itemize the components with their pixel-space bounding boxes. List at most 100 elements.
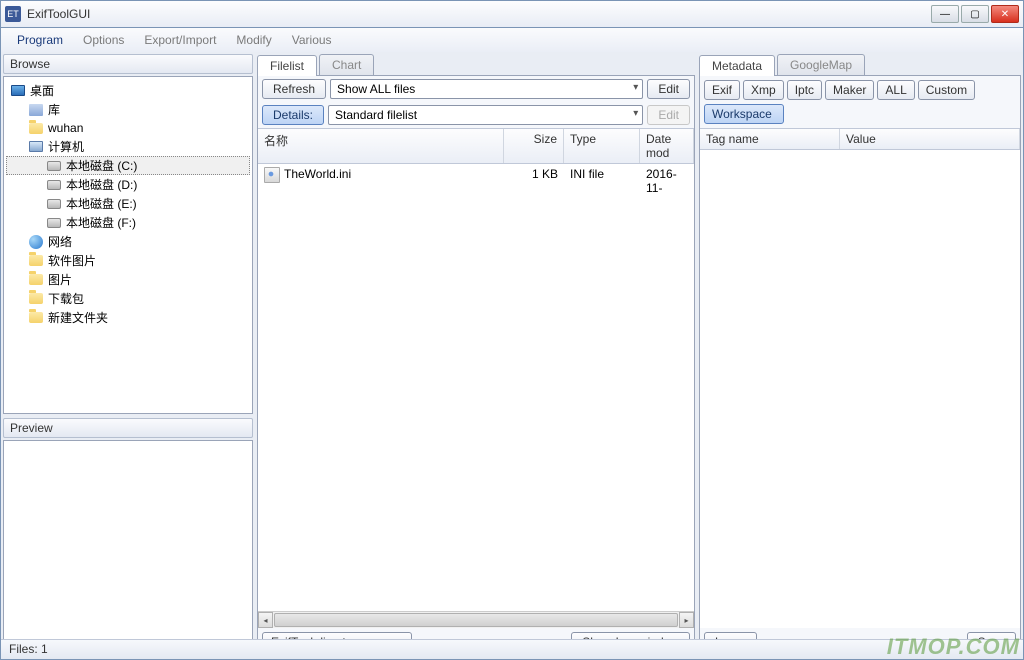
folder-tree[interactable]: 桌面 库 wuhan 计算机 本地磁盘 (C:) 本地磁盘 (D:) 本地磁盘 …: [4, 77, 252, 331]
network-icon: [28, 234, 44, 250]
folder-icon: [28, 310, 44, 326]
tree-label: 本地磁盘 (E:): [66, 195, 137, 212]
exif-button[interactable]: Exif: [704, 80, 740, 100]
status-bar: Files: 1: [1, 639, 1023, 659]
browse-panel-label: Browse: [3, 54, 253, 74]
folder-icon: [28, 253, 44, 269]
col-type-header[interactable]: Type: [564, 129, 640, 163]
col-size-header[interactable]: Size: [504, 129, 564, 163]
menubar: Program Options Export/Import Modify Var…: [0, 28, 1024, 52]
tree-computer[interactable]: 计算机: [6, 137, 250, 156]
tree-label: 下载包: [48, 290, 84, 307]
window-buttons: — ▢ ✕: [931, 5, 1019, 23]
minimize-button[interactable]: —: [931, 5, 959, 23]
menu-various[interactable]: Various: [282, 31, 342, 49]
tree-downloads[interactable]: 下载包: [6, 289, 250, 308]
drive-icon: [46, 215, 62, 231]
tab-chart[interactable]: Chart: [319, 54, 374, 75]
tree-label: wuhan: [48, 121, 83, 135]
metadata-buttons-row: Exif Xmp Iptc Maker ALL Custom: [700, 76, 1020, 104]
tree-label: 本地磁盘 (C:): [66, 157, 137, 174]
computer-icon: [28, 139, 44, 155]
tree-new-folder[interactable]: 新建文件夹: [6, 308, 250, 327]
ini-file-icon: [264, 167, 280, 183]
scroll-left-arrow[interactable]: ◂: [258, 612, 273, 628]
file-row[interactable]: TheWorld.ini 1 KB INI file 2016-11-: [258, 164, 694, 198]
close-button[interactable]: ✕: [991, 5, 1019, 23]
tree-wuhan[interactable]: wuhan: [6, 119, 250, 137]
file-name: TheWorld.ini: [284, 167, 351, 181]
filelist-mode-select[interactable]: Standard filelist: [328, 105, 643, 125]
app-icon: ET: [5, 6, 21, 22]
tree-label: 网络: [48, 233, 72, 250]
col-date-header[interactable]: Date mod: [640, 129, 694, 163]
tree-label: 软件图片: [48, 252, 96, 269]
metadata-list[interactable]: [700, 150, 1020, 628]
menu-export-import[interactable]: Export/Import: [134, 31, 226, 49]
tree-pictures[interactable]: 图片: [6, 270, 250, 289]
show-filter-select[interactable]: Show ALL files: [330, 79, 643, 99]
right-tabs: Metadata GoogleMap: [699, 54, 1021, 75]
menu-program[interactable]: Program: [7, 31, 73, 49]
tree-label: 图片: [48, 271, 72, 288]
toolbar-row-1: Refresh Show ALL files Edit: [258, 76, 694, 102]
col-tagname-header[interactable]: Tag name: [700, 129, 840, 149]
scroll-thumb[interactable]: [274, 613, 678, 627]
tree-software-pics[interactable]: 软件图片: [6, 251, 250, 270]
main-content: Browse 桌面 库 wuhan 计算机 本地磁盘 (C:) 本地磁盘 (D:…: [0, 52, 1024, 660]
file-date-cell: 2016-11-: [640, 166, 694, 196]
folder-icon: [28, 272, 44, 288]
custom-button[interactable]: Custom: [918, 80, 975, 100]
menu-options[interactable]: Options: [73, 31, 134, 49]
file-name-cell: TheWorld.ini: [258, 166, 504, 196]
tab-filelist[interactable]: Filelist: [257, 55, 317, 76]
tree-label: 计算机: [48, 138, 84, 155]
folder-icon: [28, 120, 44, 136]
menu-modify[interactable]: Modify: [226, 31, 281, 49]
tree-label: 本地磁盘 (D:): [66, 176, 137, 193]
library-icon: [28, 102, 44, 118]
file-size-cell: 1 KB: [504, 166, 564, 196]
scroll-right-arrow[interactable]: ▸: [679, 612, 694, 628]
col-value-header[interactable]: Value: [840, 129, 1020, 149]
tree-label: 桌面: [30, 82, 54, 99]
drive-icon: [46, 177, 62, 193]
details-button[interactable]: Details:: [262, 105, 324, 125]
horizontal-scrollbar[interactable]: ◂ ▸: [258, 611, 694, 628]
maximize-button[interactable]: ▢: [961, 5, 989, 23]
tree-library[interactable]: 库: [6, 100, 250, 119]
all-button[interactable]: ALL: [877, 80, 914, 100]
tree-desktop[interactable]: 桌面: [6, 81, 250, 100]
browse-tree-panel: 桌面 库 wuhan 计算机 本地磁盘 (C:) 本地磁盘 (D:) 本地磁盘 …: [3, 76, 253, 414]
workspace-button[interactable]: Workspace: [704, 104, 784, 124]
filelist-body[interactable]: TheWorld.ini 1 KB INI file 2016-11-: [258, 164, 694, 611]
metadata-panel: Exif Xmp Iptc Maker ALL Custom Workspace…: [699, 75, 1021, 657]
metadata-header: Tag name Value: [700, 128, 1020, 150]
iptc-button[interactable]: Iptc: [787, 80, 822, 100]
left-column: Browse 桌面 库 wuhan 计算机 本地磁盘 (C:) 本地磁盘 (D:…: [1, 52, 255, 659]
drive-icon: [46, 158, 62, 174]
desktop-icon: [10, 83, 26, 99]
edit-filter-button[interactable]: Edit: [647, 79, 690, 99]
refresh-button[interactable]: Refresh: [262, 79, 326, 99]
filelist-panel: Refresh Show ALL files Edit Details: Sta…: [257, 75, 695, 657]
middle-column: Filelist Chart Refresh Show ALL files Ed…: [255, 52, 697, 659]
preview-panel-label: Preview: [3, 418, 253, 438]
maker-button[interactable]: Maker: [825, 80, 874, 100]
filelist-header: 名称 Size Type Date mod: [258, 128, 694, 164]
xmp-button[interactable]: Xmp: [743, 80, 784, 100]
window-title: ExifToolGUI: [27, 7, 931, 21]
tree-drive-e[interactable]: 本地磁盘 (E:): [6, 194, 250, 213]
file-type-cell: INI file: [564, 166, 640, 196]
tab-googlemap[interactable]: GoogleMap: [777, 54, 865, 75]
tree-network[interactable]: 网络: [6, 232, 250, 251]
folder-icon: [28, 291, 44, 307]
tree-label: 本地磁盘 (F:): [66, 214, 136, 231]
tree-label: 新建文件夹: [48, 309, 108, 326]
tree-drive-f[interactable]: 本地磁盘 (F:): [6, 213, 250, 232]
tree-drive-c[interactable]: 本地磁盘 (C:): [6, 156, 250, 175]
col-name-header[interactable]: 名称: [258, 129, 504, 163]
right-column: Metadata GoogleMap Exif Xmp Iptc Maker A…: [697, 52, 1023, 659]
tree-drive-d[interactable]: 本地磁盘 (D:): [6, 175, 250, 194]
tab-metadata[interactable]: Metadata: [699, 55, 775, 76]
